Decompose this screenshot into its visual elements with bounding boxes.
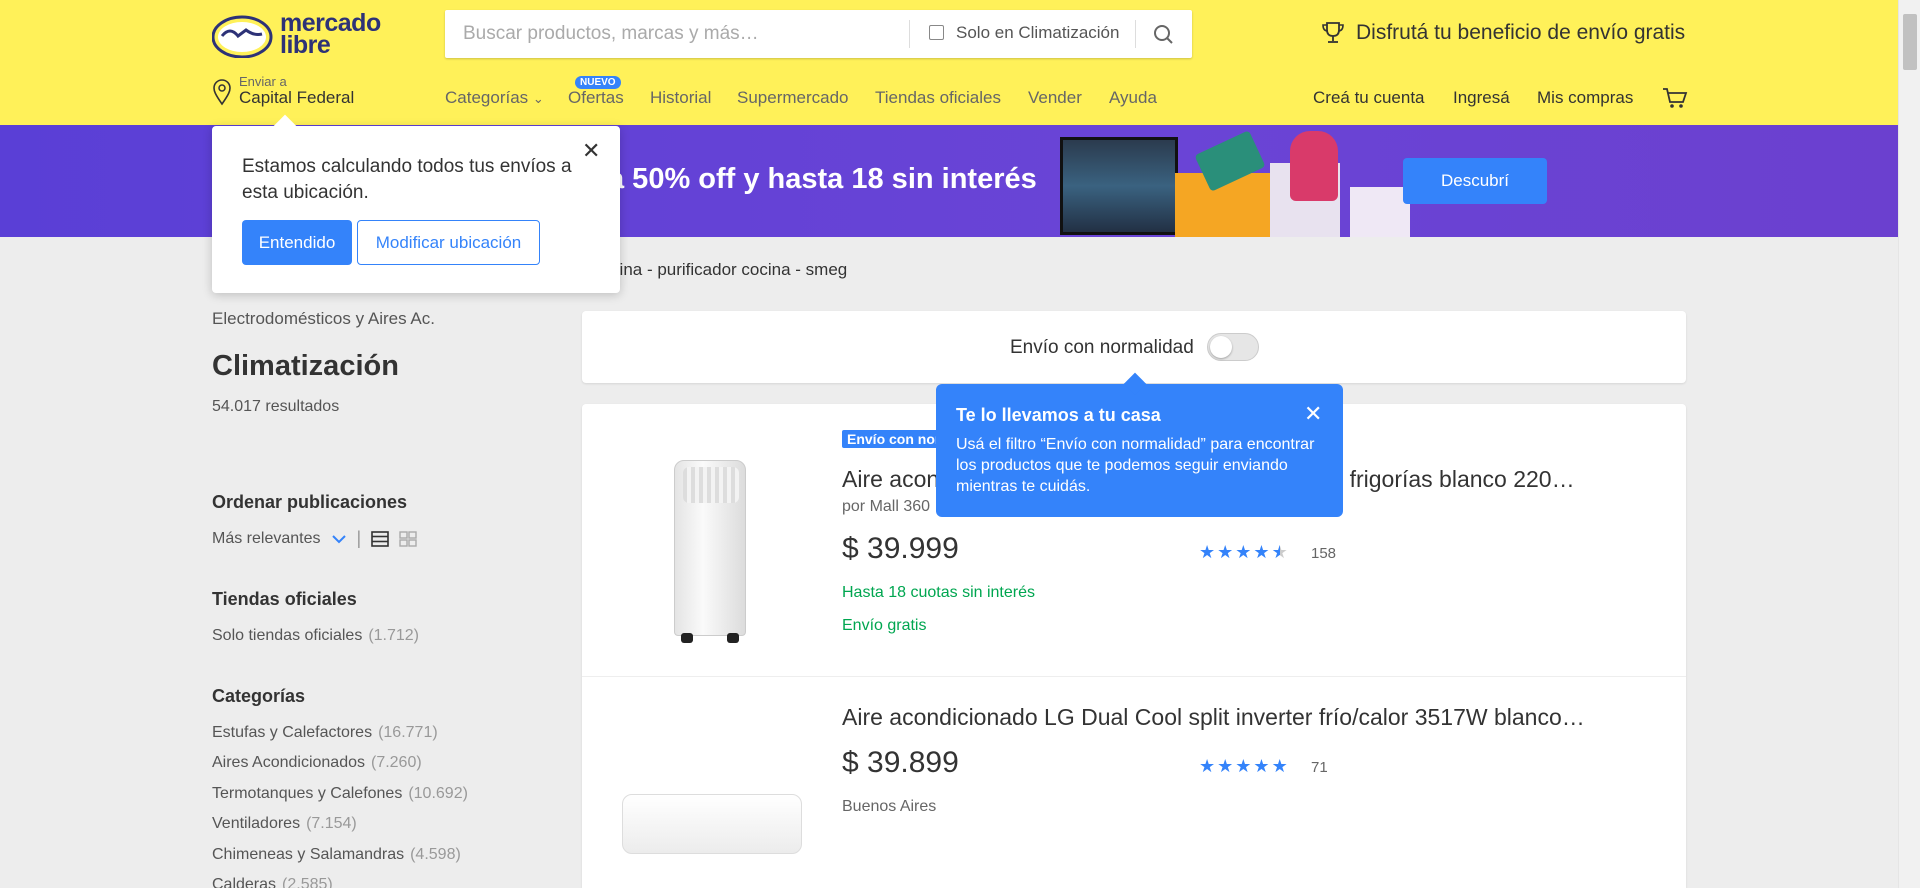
- nav-supermercado[interactable]: Supermercado: [737, 88, 849, 108]
- trophy-icon: [1322, 22, 1344, 43]
- star-half-icon: ★: [1271, 542, 1288, 562]
- nav-ofertas[interactable]: Ofertas: [568, 88, 624, 108]
- shipping-filter-label: Envío con normalidad: [1010, 337, 1194, 358]
- chevron-down-icon: [331, 534, 346, 543]
- location-label: Enviar a: [239, 74, 287, 89]
- understood-button[interactable]: Entendido: [242, 220, 352, 265]
- shipping-filter-toggle[interactable]: [1207, 333, 1259, 361]
- categories-heading: Categorías: [212, 686, 306, 706]
- nav-historial[interactable]: Historial: [650, 88, 711, 108]
- modify-location-button[interactable]: Modificar ubicación: [357, 220, 540, 265]
- review-count: 71: [1311, 759, 1328, 776]
- item-divider: [582, 676, 1686, 677]
- star-icon: ★: [1253, 542, 1270, 562]
- tooltip-title: Te lo llevamos a tu casa: [956, 405, 1161, 425]
- category-item[interactable]: Termotanques y Calefones (10.692): [212, 785, 468, 803]
- star-icon: ★: [1199, 542, 1216, 562]
- search-divider: [1135, 20, 1136, 48]
- category-item[interactable]: Estufas y Calefactores (16.771): [212, 724, 438, 742]
- rating-stars: ★ ★ ★ ★ ★: [1199, 756, 1288, 777]
- scrollbar[interactable]: [1898, 0, 1920, 888]
- header: mercadolibre Solo en Climatización Disfr…: [0, 0, 1898, 125]
- star-icon: ★: [1217, 542, 1234, 562]
- star-icon: ★: [1199, 756, 1216, 776]
- breadcrumb[interactable]: Electrodomésticos y Aires Ac.: [212, 309, 435, 329]
- close-icon[interactable]: ✕: [1304, 401, 1322, 427]
- search-icon[interactable]: [1145, 20, 1183, 48]
- close-icon[interactable]: ✕: [582, 138, 600, 164]
- page-title: Climatización: [212, 350, 399, 382]
- product-price: $ 39.999: [842, 532, 959, 565]
- product-image[interactable]: [622, 794, 802, 854]
- product-title[interactable]: Aire acondicionado LG Dual Cool split in…: [842, 704, 1585, 731]
- location-popup: Estamos calculando todos tus envíos a es…: [212, 114, 620, 293]
- banner-decoration: [1350, 187, 1410, 237]
- location-city: Capital Federal: [239, 88, 355, 107]
- shipping-filter-tooltip: Te lo llevamos a tu casa Usá el filtro “…: [936, 372, 1343, 517]
- rating-stars: ★ ★ ★ ★ ★: [1199, 542, 1288, 563]
- product-installments: Hasta 18 cuotas sin interés: [842, 584, 1035, 601]
- list-view-icon[interactable]: [371, 530, 389, 547]
- benefit-text: Disfrutá tu beneficio de envío gratis: [1356, 21, 1686, 44]
- product-seller: por Mall 360: [842, 498, 931, 515]
- category-item[interactable]: Ventiladores (7.154): [212, 815, 357, 833]
- product-shipping: Envío gratis: [842, 617, 927, 634]
- my-purchases-link[interactable]: Mis compras: [1537, 88, 1633, 108]
- nav-categorias[interactable]: Categorías ⌄: [445, 88, 544, 108]
- divider: |: [356, 528, 362, 548]
- results-count: 54.017 resultados: [212, 398, 340, 415]
- location-popup-message: Estamos calculando todos tus envíos a es…: [242, 156, 572, 203]
- nav-ayuda[interactable]: Ayuda: [1109, 88, 1157, 108]
- product-price: $ 39.899: [842, 746, 959, 779]
- tooltip-body: Usá el filtro “Envío con normalidad” par…: [956, 436, 1315, 495]
- tv-image: [1060, 137, 1178, 235]
- official-stores-filter[interactable]: Solo tiendas oficiales (1.712): [212, 627, 419, 645]
- search-input[interactable]: [463, 22, 883, 46]
- sort-value: Más relevantes: [212, 529, 321, 547]
- sort-dropdown[interactable]: Más relevantes |: [212, 528, 417, 549]
- logo-text: mercado libre: [280, 9, 381, 59]
- search-divider: [909, 20, 910, 48]
- toggle-knob: [1210, 336, 1232, 358]
- nav-tiendas-oficiales[interactable]: Tiendas oficiales: [875, 88, 1001, 108]
- login-link[interactable]: Ingresá: [1453, 88, 1510, 108]
- shipping-badge: Envío con normalidad: [842, 430, 942, 448]
- category-item[interactable]: Chimeneas y Salamandras (4.598): [212, 846, 461, 864]
- cart-icon[interactable]: [1662, 86, 1688, 110]
- product-image-vent: [683, 467, 739, 503]
- star-icon: ★: [1217, 756, 1234, 776]
- nav-vender[interactable]: Vender: [1028, 88, 1082, 108]
- product-image-wheel: [727, 633, 739, 643]
- scrollbar-thumb[interactable]: [1903, 14, 1917, 70]
- search-bar: Solo en Climatización: [445, 10, 1192, 58]
- grid-view-icon[interactable]: [399, 530, 417, 547]
- official-stores-heading: Tiendas oficiales: [212, 589, 357, 609]
- category-filter-checkbox[interactable]: [929, 25, 944, 40]
- create-account-link[interactable]: Creá tu cuenta: [1313, 88, 1425, 108]
- banner-text: a 50% off y hasta 18 sin interés: [608, 163, 1037, 195]
- shipping-benefit[interactable]: Disfrutá tu beneficio de envío gratis: [1320, 20, 1685, 46]
- star-icon: ★: [1235, 756, 1252, 776]
- product-location: Buenos Aires: [842, 798, 937, 815]
- review-count: 158: [1311, 545, 1337, 562]
- category-item[interactable]: Calderas (2.585): [212, 876, 333, 888]
- nuevo-badge: NUEVO: [575, 76, 621, 89]
- star-icon: ★: [1271, 756, 1288, 776]
- product-image-wheel: [681, 633, 693, 643]
- product-image[interactable]: [674, 460, 746, 643]
- category-filter-label: Solo en Climatización: [956, 23, 1120, 42]
- sort-heading: Ordenar publicaciones: [212, 492, 408, 512]
- discover-button[interactable]: Descubrí: [1403, 158, 1547, 204]
- mixer-image: [1290, 131, 1338, 201]
- location-pin-icon: [213, 79, 231, 106]
- star-icon: ★: [1253, 756, 1270, 776]
- category-item[interactable]: Aires Acondicionados (7.260): [212, 754, 422, 772]
- star-icon: ★: [1235, 542, 1252, 562]
